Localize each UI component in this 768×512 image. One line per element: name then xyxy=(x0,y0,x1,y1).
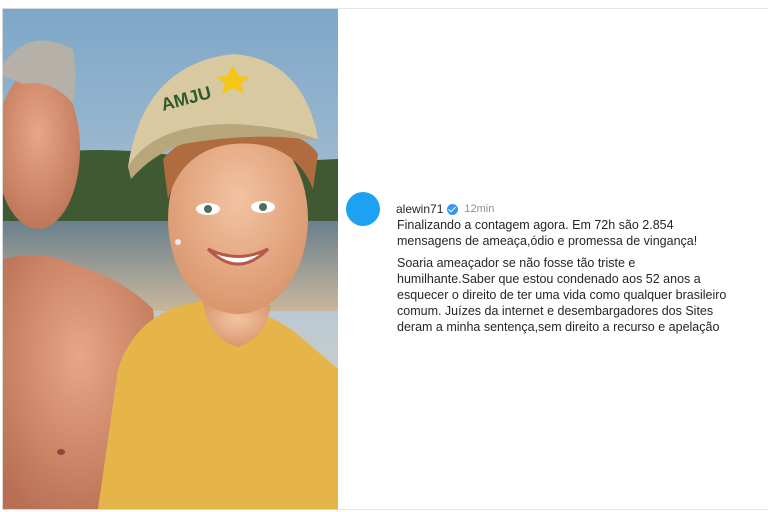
screenshot-frame: AMJU alewin71 12min Finalizando a contag… xyxy=(0,0,768,512)
post-panel: alewin71 12min Finalizando a contagem ag… xyxy=(338,8,768,510)
selfie-illustration: AMJU xyxy=(3,9,338,509)
caption-line: esquecer o direito de ter uma vida como … xyxy=(397,288,727,302)
username[interactable]: alewin71 xyxy=(396,202,443,216)
post-photo: AMJU xyxy=(2,8,339,510)
earring xyxy=(175,239,181,245)
caption-line: comum. Juízes da internet e desembargado… xyxy=(397,304,714,318)
caption-line: Finalizando a contagem agora. Em 72h são… xyxy=(397,218,674,232)
caption-paragraph-1: Finalizando a contagem agora. Em 72h são… xyxy=(397,217,767,249)
post-caption: Finalizando a contagem agora. Em 72h são… xyxy=(397,217,767,341)
avatar[interactable] xyxy=(346,192,380,226)
man-detail xyxy=(57,449,65,455)
caption-line: deram a minha sentença,sem direito a rec… xyxy=(397,320,720,334)
caption-line: mensagens de ameaça,ódio e promessa de v… xyxy=(397,234,698,248)
timestamp: 12min xyxy=(464,203,495,215)
caption-line: humilhante.Saber que estou condenado aos… xyxy=(397,272,701,286)
caption-line: Soaria ameaçador se não fosse tão triste… xyxy=(397,256,636,270)
caption-paragraph-2: Soaria ameaçador se não fosse tão triste… xyxy=(397,255,767,335)
verified-badge-icon xyxy=(447,203,459,215)
